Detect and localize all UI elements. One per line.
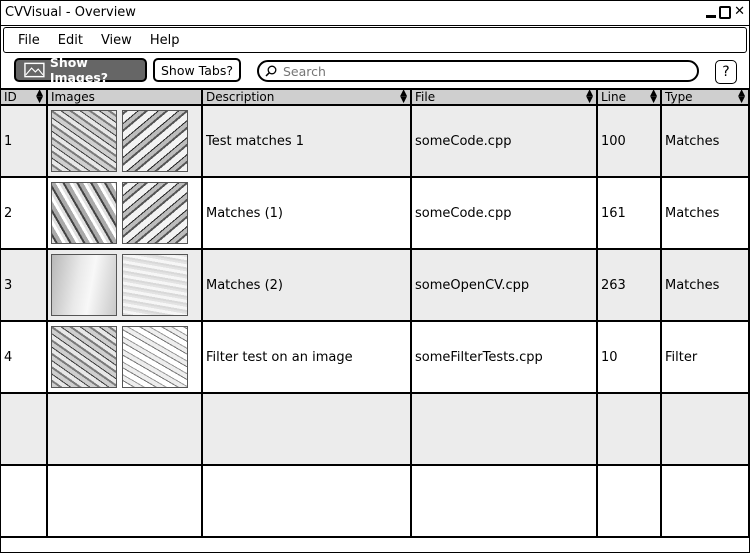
column-header-file[interactable]: File ▲ ▼ xyxy=(411,89,598,106)
search-box[interactable] xyxy=(257,60,699,82)
image-thumbnail[interactable] xyxy=(51,182,117,244)
app-window: CVVisual - Overview ✕ File Edit View Hel… xyxy=(0,0,750,553)
show-images-label: Show Images? xyxy=(49,55,109,85)
cell-type: Matches xyxy=(661,177,749,250)
empty-cell xyxy=(1,465,48,538)
image-thumbnail[interactable] xyxy=(51,110,117,172)
column-header-id[interactable]: ID ▲ ▼ xyxy=(1,89,48,106)
empty-cell xyxy=(661,393,749,466)
column-label: Images xyxy=(51,90,95,104)
cell-id: 1 xyxy=(1,105,48,178)
overview-table: ID ▲ ▼ Images Description ▲ ▼ File ▲ ▼ Line ▲ ▼ … xyxy=(1,89,749,538)
empty-cell xyxy=(411,393,598,466)
cell-description: Filter test on an image xyxy=(202,321,412,394)
menu-view[interactable]: View xyxy=(87,33,132,48)
image-thumbnail[interactable] xyxy=(122,182,188,244)
maximize-icon[interactable] xyxy=(719,5,732,19)
table-row[interactable]: 1 Test matches 1 someCode.cpp 100 Matche… xyxy=(1,105,749,178)
cell-description: Test matches 1 xyxy=(202,105,412,178)
empty-cell xyxy=(597,465,662,538)
menu-file[interactable]: File xyxy=(4,33,40,48)
image-thumbnail[interactable] xyxy=(51,326,117,388)
cell-description: Matches (2) xyxy=(202,249,412,322)
empty-cell xyxy=(1,393,48,466)
cell-id: 4 xyxy=(1,321,48,394)
table-row-empty xyxy=(1,393,749,466)
empty-cell xyxy=(47,465,203,538)
empty-cell xyxy=(661,465,749,538)
show-images-button[interactable]: Show Images? xyxy=(14,55,147,85)
cell-line: 100 xyxy=(597,105,662,178)
cell-file: someCode.cpp xyxy=(411,177,598,250)
column-header-description[interactable]: Description ▲ ▼ xyxy=(202,89,412,106)
cell-images xyxy=(47,321,203,394)
empty-cell xyxy=(597,393,662,466)
table-header: ID ▲ ▼ Images Description ▲ ▼ File ▲ ▼ Line ▲ ▼ … xyxy=(1,89,749,106)
table-row[interactable]: 4 Filter test on an image someFilterTest… xyxy=(1,321,749,394)
cell-file: someOpenCV.cpp xyxy=(411,249,598,322)
column-label: File xyxy=(415,90,436,104)
cell-images xyxy=(47,249,203,322)
menu-edit[interactable]: Edit xyxy=(44,33,83,48)
image-thumbnail[interactable] xyxy=(122,326,188,388)
cell-images xyxy=(47,105,203,178)
sort-icon[interactable]: ▲ ▼ xyxy=(36,89,43,105)
cell-file: someCode.cpp xyxy=(411,105,598,178)
sort-icon[interactable]: ▲ ▼ xyxy=(400,89,407,105)
empty-cell xyxy=(202,393,412,466)
cell-type: Filter xyxy=(661,321,749,394)
cell-file: someFilterTests.cpp xyxy=(411,321,598,394)
column-label: ID xyxy=(4,90,17,104)
column-header-line[interactable]: Line ▲ ▼ xyxy=(597,89,662,106)
cell-line: 263 xyxy=(597,249,662,322)
cell-images xyxy=(47,177,203,250)
cell-line: 161 xyxy=(597,177,662,250)
window-title: CVVisual - Overview xyxy=(5,5,136,20)
minimize-icon[interactable] xyxy=(706,14,717,18)
show-tabs-label: Show Tabs? xyxy=(160,62,233,78)
column-header-images[interactable]: Images xyxy=(47,90,203,106)
sort-icon[interactable]: ▲ ▼ xyxy=(738,89,745,105)
empty-cell xyxy=(47,393,203,466)
title-bar: CVVisual - Overview ✕ xyxy=(1,1,749,26)
column-label: Description xyxy=(206,90,275,104)
cell-type: Matches xyxy=(661,249,749,322)
image-thumbnail[interactable] xyxy=(122,110,188,172)
sort-icon[interactable]: ▲ ▼ xyxy=(586,89,593,105)
table-row[interactable]: 2 Matches (1) someCode.cpp 161 Matches xyxy=(1,177,749,250)
empty-cell xyxy=(411,465,598,538)
column-label: Line xyxy=(601,90,627,104)
image-thumbnail[interactable] xyxy=(122,254,188,316)
sort-icon[interactable]: ▲ ▼ xyxy=(650,89,657,105)
column-header-type[interactable]: Type ▲ ▼ xyxy=(661,89,749,106)
show-tabs-button[interactable]: Show Tabs? xyxy=(153,58,241,82)
search-input[interactable] xyxy=(281,62,685,80)
cell-id: 3 xyxy=(1,249,48,322)
menu-help[interactable]: Help xyxy=(136,33,180,48)
toolbar: Show Images? Show Tabs? ? xyxy=(1,54,749,90)
image-thumbnail[interactable] xyxy=(51,254,117,316)
table-row-empty xyxy=(1,465,749,538)
cell-description: Matches (1) xyxy=(202,177,412,250)
column-label: Type xyxy=(665,90,693,104)
image-icon xyxy=(24,62,45,78)
cell-type: Matches xyxy=(661,105,749,178)
close-icon[interactable]: ✕ xyxy=(734,4,745,20)
table-row[interactable]: 3 Matches (2) someOpenCV.cpp 263 Matches xyxy=(1,249,749,322)
cell-id: 2 xyxy=(1,177,48,250)
menu-bar: File Edit View Help xyxy=(3,27,747,53)
search-icon xyxy=(265,65,277,77)
window-controls: ✕ xyxy=(706,4,745,20)
cell-line: 10 xyxy=(597,321,662,394)
empty-cell xyxy=(202,465,412,538)
help-button[interactable]: ? xyxy=(715,60,737,84)
